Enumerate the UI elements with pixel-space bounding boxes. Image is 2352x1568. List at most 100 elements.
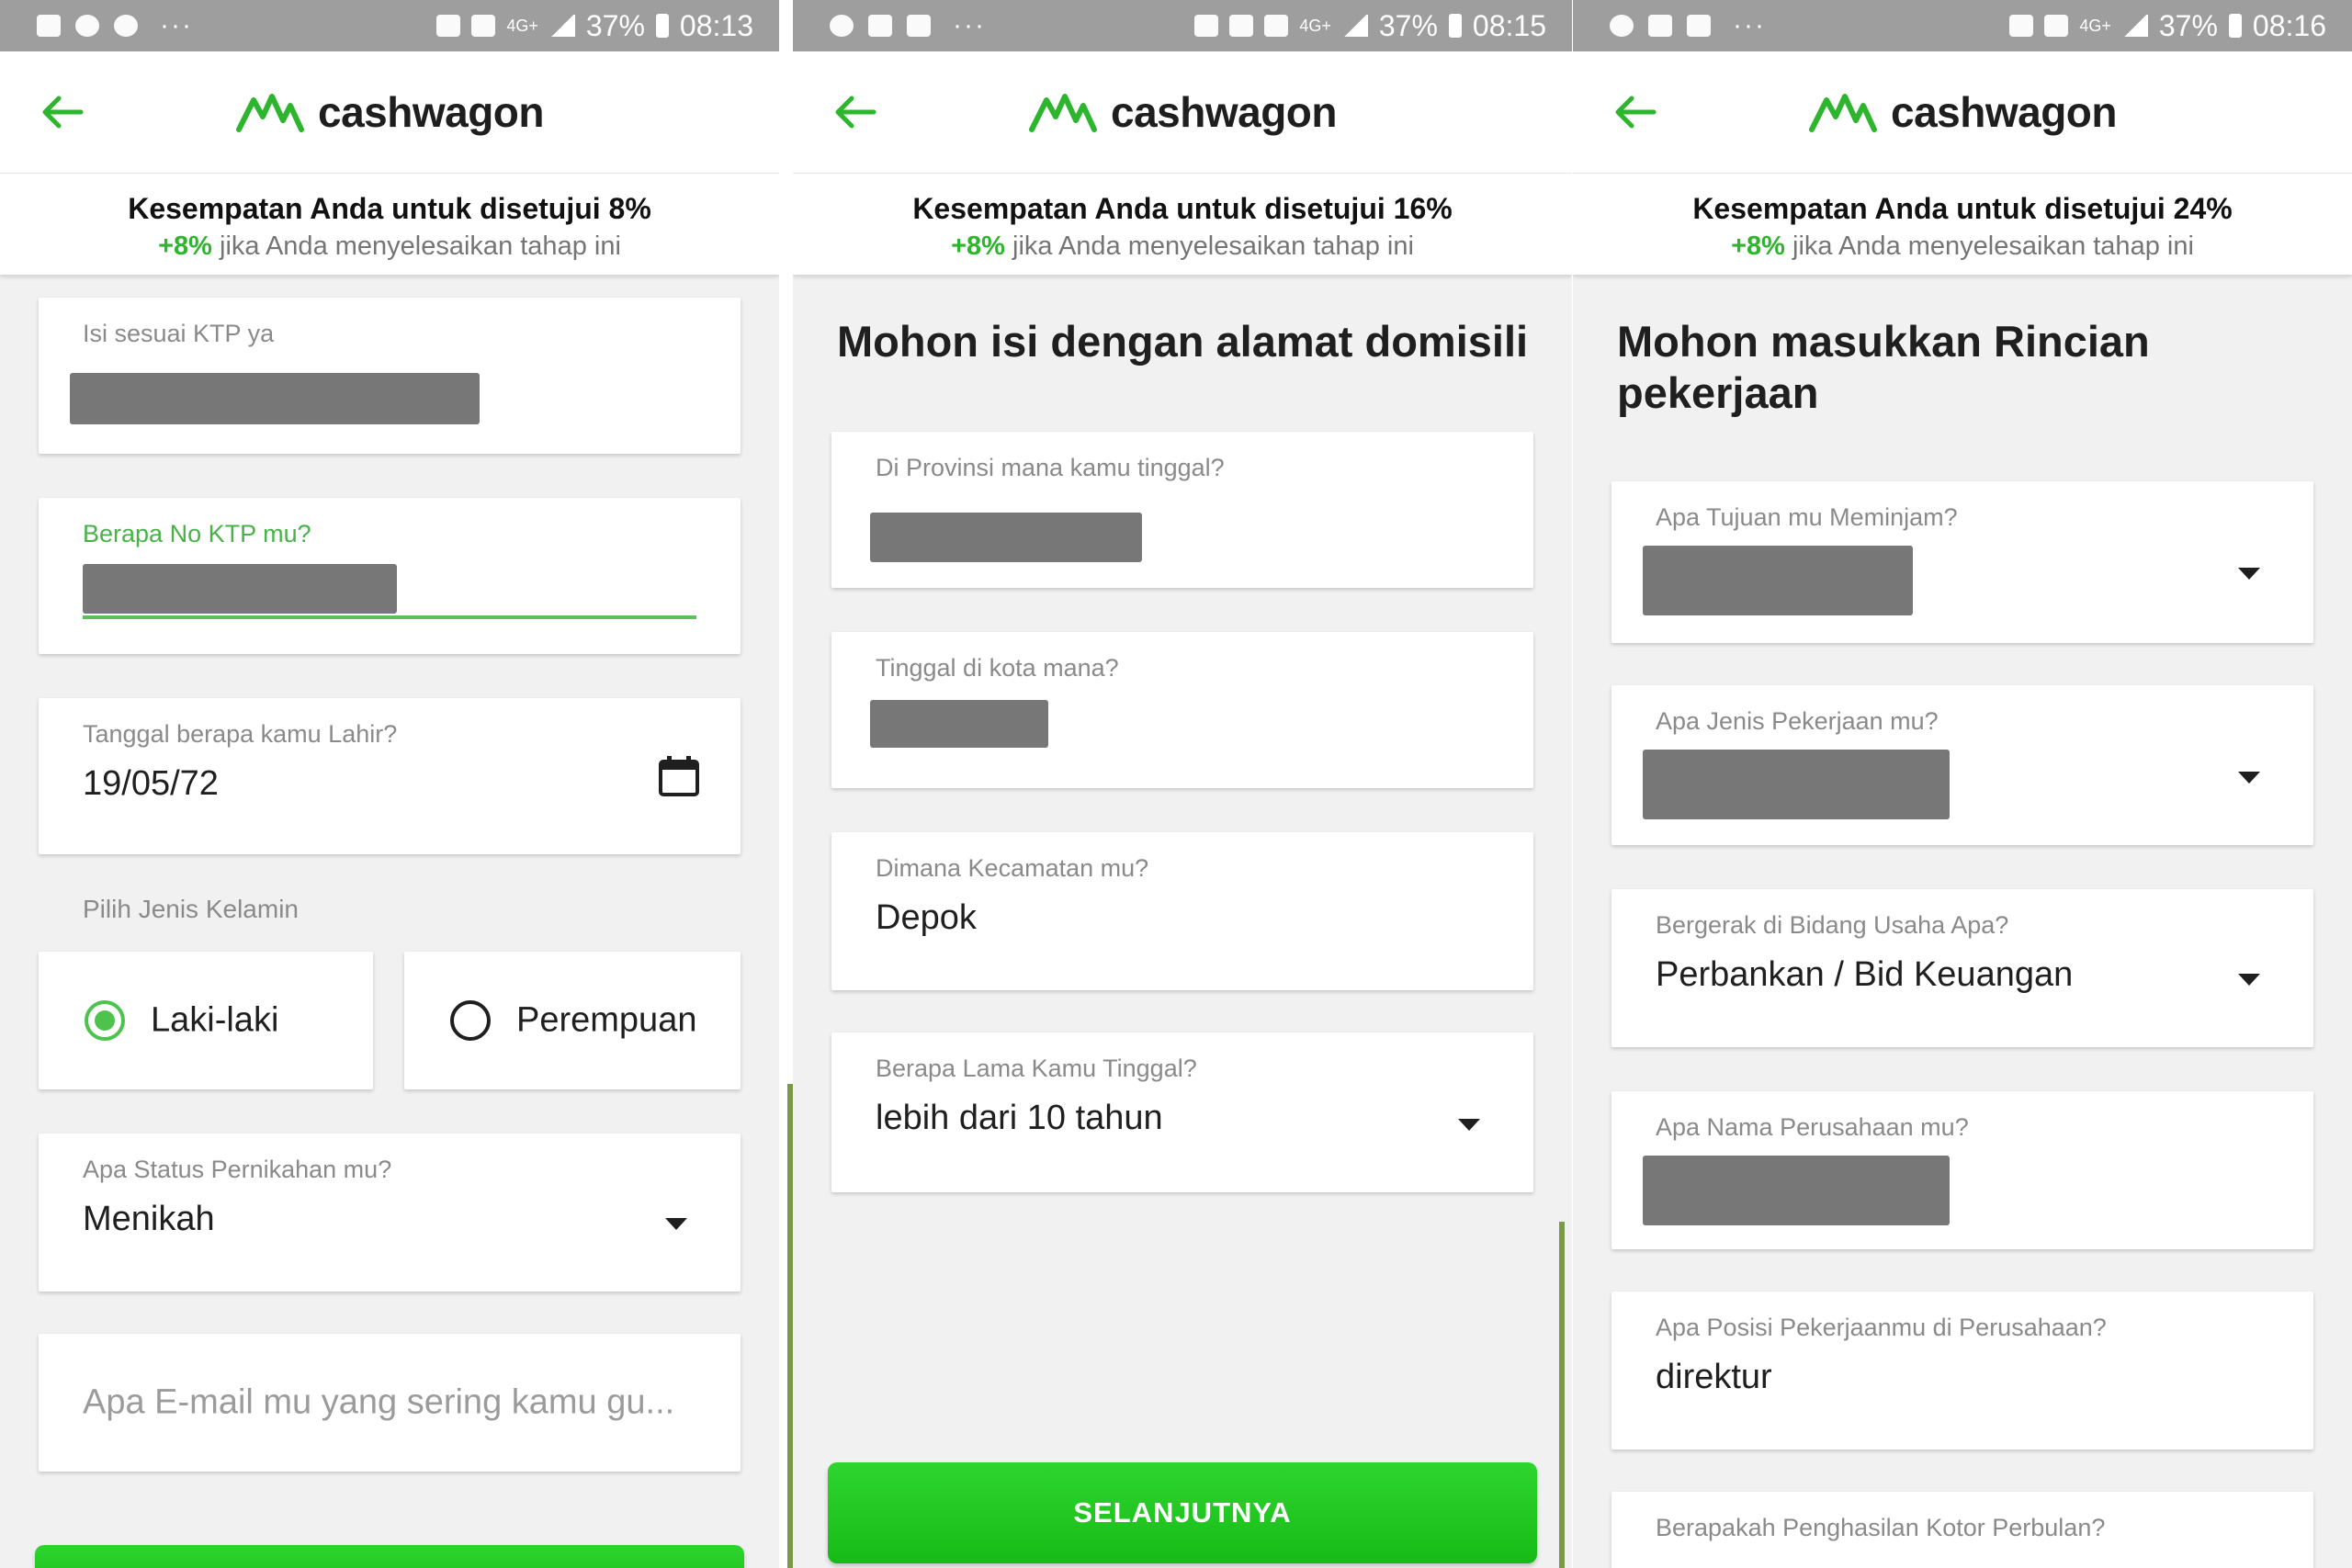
radio-selected-icon[interactable] bbox=[85, 1000, 125, 1041]
province-dropdown[interactable]: Di Provinsi mana kamu tinggal? bbox=[831, 432, 1533, 588]
residence-duration-value: lebih dari 10 tahun bbox=[876, 1099, 1163, 1137]
birth-date-field[interactable]: Tanggal berapa kamu Lahir? 19/05/72 bbox=[39, 698, 741, 854]
cashwagon-logo-icon bbox=[1028, 94, 1097, 132]
app-bar: cashwagon bbox=[793, 51, 1572, 173]
redacted-value bbox=[70, 373, 480, 424]
gender-female-label: Perempuan bbox=[516, 1000, 697, 1040]
name-label: Isi sesuai KTP ya bbox=[83, 320, 275, 347]
app-notification-icon bbox=[114, 15, 138, 37]
gender-option-male[interactable]: Laki-laki bbox=[39, 952, 373, 1089]
city-dropdown[interactable]: Tinggal di kota mana? bbox=[831, 632, 1533, 788]
job-type-dropdown[interactable]: Apa Jenis Pekerjaan mu? bbox=[1611, 685, 2313, 845]
dropdown-arrow-icon bbox=[1458, 1119, 1480, 1131]
network-type: 4G+ bbox=[506, 16, 538, 35]
more-notifications-icon: ··· bbox=[953, 10, 986, 40]
cashwagon-logo: cashwagon bbox=[235, 87, 545, 137]
industry-dropdown[interactable]: Bergerak di Bidang Usaha Apa? Perbankan … bbox=[1611, 889, 2313, 1047]
battery-icon bbox=[2228, 14, 2242, 38]
nfc-icon bbox=[1264, 15, 1289, 37]
app-notification-icon bbox=[75, 15, 99, 37]
approval-chance-title: Kesempatan Anda untuk disetujui 16% bbox=[912, 192, 1453, 225]
battery-icon bbox=[655, 14, 669, 38]
email-placeholder: Apa E-mail mu yang sering kamu gu... bbox=[83, 1382, 675, 1422]
dropdown-arrow-icon bbox=[665, 1218, 687, 1230]
status-bar: ··· 4G+ 37% 08:15 bbox=[793, 0, 1572, 51]
brand-name: cashwagon bbox=[1890, 88, 2118, 136]
chance-increment-text: jika Anda menyelesaikan tahap ini bbox=[211, 231, 621, 261]
status-bar: ··· 4G+ 37% 08:16 bbox=[1573, 0, 2352, 51]
three-screenshots: ··· 4G+ 37% 08:13 cashwagon Kesempatan A… bbox=[0, 0, 2352, 1568]
residence-duration-dropdown[interactable]: Berapa Lama Kamu Tinggal? lebih dari 10 … bbox=[831, 1032, 1533, 1192]
page-heading-line2: pekerjaan bbox=[1617, 368, 1819, 417]
gross-income-field[interactable]: Berapakah Penghasilan Kotor Perbulan? bbox=[1611, 1492, 2313, 1568]
approval-chance-subtitle: +8% jika Anda menyelesaikan tahap ini bbox=[793, 231, 1572, 262]
approval-chance-title: Kesempatan Anda untuk disetujui 8% bbox=[128, 192, 651, 225]
chance-increment: +8% bbox=[158, 231, 212, 261]
job-position-field[interactable]: Apa Posisi Pekerjaanmu di Perusahaan? di… bbox=[1611, 1292, 2313, 1450]
scroll-edge bbox=[1559, 1222, 1565, 1568]
gender-option-female[interactable]: Perempuan bbox=[404, 952, 741, 1089]
mute-icon bbox=[1229, 15, 1254, 37]
approval-chance-subtitle: +8% jika Anda menyelesaikan tahap ini bbox=[1573, 231, 2352, 262]
cast-icon bbox=[1194, 15, 1219, 37]
signal-icon bbox=[2121, 15, 2148, 37]
cashwagon-logo-icon bbox=[235, 94, 304, 132]
company-name-field[interactable]: Apa Nama Perusahaan mu? bbox=[1611, 1091, 2313, 1249]
battery-percent: 37% bbox=[2158, 8, 2218, 42]
status-bar: ··· 4G+ 37% 08:13 bbox=[0, 0, 779, 51]
back-arrow-icon[interactable] bbox=[39, 94, 85, 130]
mute-icon bbox=[436, 15, 461, 37]
marital-status-dropdown[interactable]: Apa Status Pernikahan mu? Menikah bbox=[39, 1134, 741, 1292]
nfc-icon bbox=[2044, 15, 2069, 37]
app-bar: cashwagon bbox=[1573, 51, 2352, 173]
brand-name: cashwagon bbox=[1110, 88, 1338, 136]
next-button-partial[interactable] bbox=[35, 1545, 744, 1568]
district-field[interactable]: Dimana Kecamatan mu? Depok bbox=[831, 832, 1533, 990]
dropdown-arrow-icon bbox=[2238, 772, 2260, 784]
company-name-label: Apa Nama Perusahaan mu? bbox=[1656, 1113, 1969, 1141]
cashwagon-logo: cashwagon bbox=[1808, 87, 2118, 137]
brand-name: cashwagon bbox=[317, 88, 545, 136]
dropdown-arrow-icon bbox=[2238, 568, 2260, 580]
back-arrow-icon[interactable] bbox=[1611, 94, 1657, 130]
approval-chance-subtitle: +8% jika Anda menyelesaikan tahap ini bbox=[0, 231, 779, 262]
redacted-value bbox=[1643, 1156, 1950, 1225]
back-arrow-icon[interactable] bbox=[831, 94, 877, 130]
scroll-edge bbox=[787, 1084, 793, 1568]
screen-personal-data: ··· 4G+ 37% 08:13 cashwagon Kesempatan A… bbox=[0, 0, 779, 1568]
network-type: 4G+ bbox=[2079, 16, 2111, 35]
next-button[interactable]: SELANJUTNYA bbox=[828, 1462, 1537, 1563]
battery-icon bbox=[1448, 14, 1462, 38]
approval-chance-banner: Kesempatan Anda untuk disetujui 8% +8% j… bbox=[0, 173, 779, 275]
clock: 08:15 bbox=[1472, 8, 1546, 42]
clock: 08:13 bbox=[679, 8, 753, 42]
industry-value: Perbankan / Bid Keuangan bbox=[1656, 955, 2074, 994]
chance-increment: +8% bbox=[951, 231, 1005, 261]
chance-increment-text: jika Anda menyelesaikan tahap ini bbox=[1004, 231, 1414, 261]
dropdown-arrow-icon bbox=[2238, 974, 2260, 986]
app-notification-icon bbox=[907, 15, 931, 37]
more-notifications-icon: ··· bbox=[1733, 10, 1766, 40]
district-label: Dimana Kecamatan mu? bbox=[876, 854, 1149, 882]
province-label: Di Provinsi mana kamu tinggal? bbox=[876, 454, 1225, 481]
input-underline-active bbox=[83, 615, 696, 619]
redacted-value bbox=[1643, 546, 1913, 615]
battery-percent: 37% bbox=[585, 8, 645, 42]
mute-icon bbox=[2009, 15, 2034, 37]
app-notification-icon bbox=[1687, 15, 1711, 37]
signal-icon bbox=[1341, 15, 1368, 37]
calendar-icon[interactable] bbox=[658, 755, 700, 797]
app-bar: cashwagon bbox=[0, 51, 779, 173]
gross-income-label: Berapakah Penghasilan Kotor Perbulan? bbox=[1656, 1514, 2106, 1541]
ktp-number-field[interactable]: Berapa No KTP mu? bbox=[39, 498, 741, 654]
loan-purpose-dropdown[interactable]: Apa Tujuan mu Meminjam? bbox=[1611, 481, 2313, 643]
signal-icon bbox=[548, 15, 575, 37]
radio-unselected-icon[interactable] bbox=[450, 1000, 491, 1041]
name-field[interactable]: Isi sesuai KTP ya bbox=[39, 298, 741, 454]
loan-purpose-label: Apa Tujuan mu Meminjam? bbox=[1656, 503, 1958, 531]
email-field[interactable]: Apa E-mail mu yang sering kamu gu... bbox=[39, 1334, 741, 1472]
birth-date-value: 19/05/72 bbox=[83, 764, 219, 803]
mail-icon bbox=[1648, 15, 1672, 37]
app-notification-icon bbox=[830, 15, 854, 37]
gender-male-label: Laki-laki bbox=[151, 1000, 279, 1040]
